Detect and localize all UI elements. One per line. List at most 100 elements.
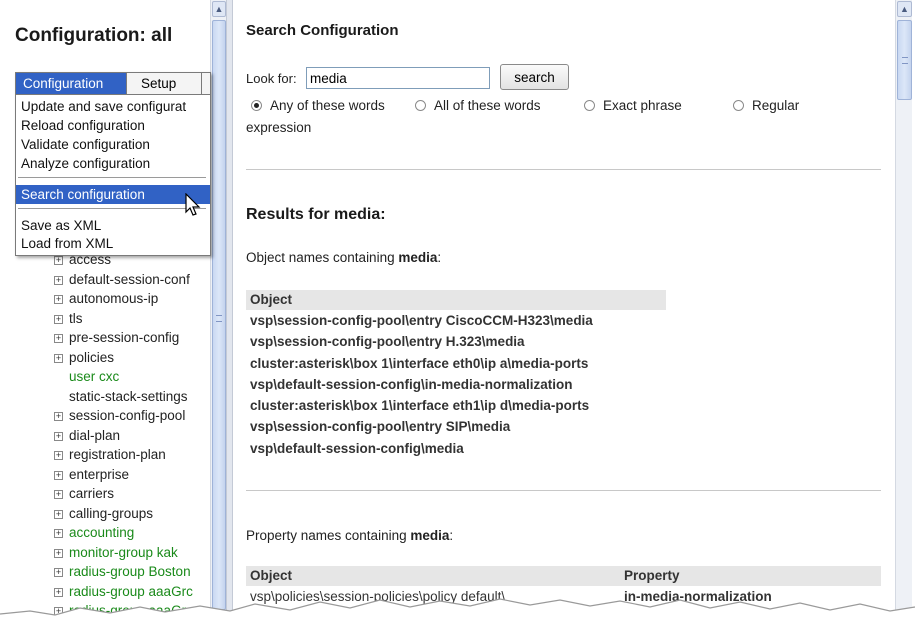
property-results-table: Object Property vsp\policies\session-pol… — [246, 566, 881, 607]
table-row[interactable]: vsp\session-config-pool\entry H.323\medi… — [246, 331, 666, 352]
table-row[interactable]: vsp\default-session-config\media — [246, 438, 666, 459]
tree-node[interactable]: + policies — [54, 348, 114, 367]
expand-plus-icon[interactable]: + — [54, 334, 63, 343]
tree-node[interactable]: + tls — [54, 309, 83, 328]
tree-node-label: dial-plan — [69, 427, 121, 443]
mouse-cursor-icon — [185, 193, 201, 216]
object-names-label: Object names containing media: — [246, 250, 442, 265]
menu-item-validate[interactable]: Validate configuration — [16, 135, 210, 154]
expand-plus-icon[interactable]: + — [54, 587, 63, 597]
radio-icon[interactable] — [733, 100, 744, 111]
tree-node[interactable]: + accounting — [54, 523, 134, 542]
radio-icon[interactable] — [584, 100, 595, 111]
menu-separator — [18, 208, 206, 209]
tree-node-label: registration-plan — [69, 447, 166, 462]
tree-node-label: user cxc — [69, 369, 120, 384]
table-row[interactable]: cluster:asterisk\box 1\interface eth1\ip… — [246, 395, 666, 416]
radio-selected-icon[interactable] — [251, 100, 262, 111]
right-scrollbar[interactable]: ▲ — [895, 0, 912, 619]
tree-node[interactable]: + calling-groups — [54, 504, 153, 523]
menu-item-save-xml[interactable]: Save as XML — [16, 216, 210, 235]
tree-node[interactable]: + monitor-group kak — [54, 543, 178, 562]
menu-item-analyze[interactable]: Analyze configuration — [16, 154, 210, 173]
tree-node[interactable]: + carriers — [54, 484, 114, 503]
expand-plus-icon[interactable]: + — [54, 314, 63, 324]
expand-plus-icon[interactable]: + — [54, 256, 63, 265]
scroll-thumb[interactable] — [212, 20, 226, 610]
expand-plus-icon[interactable]: + — [54, 470, 63, 480]
menu-tabs: Configuration Setup — [16, 73, 210, 95]
radio-any-words[interactable]: Any of these words — [251, 98, 385, 113]
tab-setup[interactable]: Setup — [126, 73, 202, 94]
tree-node-label: static-stack-settings — [69, 388, 188, 404]
panel-title: Configuration: all — [15, 25, 173, 46]
config-menu: Configuration Setup Update and save conf… — [15, 72, 211, 256]
tree-node[interactable]: + registration-plan — [54, 445, 166, 464]
scroll-up-arrow-icon[interactable]: ▲ — [212, 1, 226, 17]
expand-plus-icon[interactable]: + — [54, 490, 63, 499]
tree-node-label: carriers — [69, 486, 115, 501]
tree-node-label: radius-group aaaGrc — [69, 603, 193, 618]
expand-plus-icon[interactable]: + — [54, 568, 63, 577]
search-input[interactable] — [306, 67, 490, 89]
expand-plus-icon[interactable]: + — [54, 529, 63, 538]
tree-node[interactable]: + radius-group aaaGrc — [54, 582, 193, 601]
expand-plus-icon[interactable]: + — [54, 295, 63, 304]
tree-node-label: policies — [69, 349, 115, 365]
menu-item-update-save[interactable]: Update and save configurat — [16, 97, 210, 116]
search-button[interactable]: search — [500, 64, 569, 90]
tree-node-label: monitor-group kak — [69, 544, 178, 560]
radio-regular-expression[interactable]: Regular — [733, 98, 799, 113]
tree-node-label: calling-groups — [69, 505, 154, 521]
expand-plus-icon[interactable]: + — [54, 353, 63, 363]
table-row[interactable]: vsp\default-session-config\in-media-norm… — [246, 374, 666, 395]
table-row[interactable]: vsp\session-config-pool\entry CiscoCCM-H… — [246, 310, 666, 331]
tree-node[interactable]: user cxc — [69, 367, 119, 386]
table-row[interactable]: vsp\policies\session-policies\policy def… — [246, 586, 881, 607]
tree-node[interactable]: + dial-plan — [54, 426, 120, 445]
property-cell: in-media-normalization — [624, 589, 772, 604]
expand-plus-icon[interactable]: + — [54, 451, 63, 460]
expand-plus-icon[interactable]: + — [54, 607, 63, 616]
expand-plus-icon[interactable]: + — [54, 548, 63, 558]
expand-plus-icon[interactable]: + — [54, 431, 63, 441]
tree-node[interactable]: + session-config-pool — [54, 406, 185, 425]
tree-node-label: accounting — [69, 525, 135, 540]
table-row[interactable]: cluster:asterisk\box 1\interface eth0\ip… — [246, 353, 666, 374]
tree-node[interactable]: + radius-group aaaGrc — [54, 601, 193, 619]
menu-item-reload[interactable]: Reload configuration — [16, 116, 210, 135]
tree-node[interactable]: + enterprise — [54, 465, 129, 484]
tab-configuration[interactable]: Configuration — [16, 73, 126, 94]
tree-node[interactable]: + radius-group Boston — [54, 562, 191, 581]
left-scrollbar[interactable]: ▲ — [210, 0, 226, 619]
column-header-property: Property — [624, 568, 680, 583]
divider — [246, 169, 881, 170]
tree-node-label: tls — [69, 310, 83, 326]
expand-plus-icon[interactable]: + — [54, 509, 63, 519]
tree-node[interactable]: + pre-session-config — [54, 328, 179, 347]
search-panel: Search Configuration Look for: search An… — [233, 0, 915, 619]
expand-plus-icon[interactable]: + — [54, 275, 63, 285]
object-cell: vsp\policies\session-policies\policy def… — [250, 589, 506, 604]
tree-node[interactable]: static-stack-settings — [69, 387, 188, 406]
radio-exact-phrase[interactable]: Exact phrase — [584, 98, 682, 113]
table-row[interactable]: vsp\session-config-pool\entry SIP\media — [246, 416, 666, 437]
menu-separator — [18, 177, 206, 178]
scroll-thumb[interactable] — [897, 20, 912, 100]
property-names-label: Property names containing media: — [246, 528, 454, 543]
table-header: Object Property — [246, 566, 881, 586]
radio-all-words[interactable]: All of these words — [415, 98, 541, 113]
tree-node[interactable]: + autonomous-ip — [54, 289, 158, 308]
expand-plus-icon[interactable]: + — [54, 412, 63, 421]
tree-node[interactable]: + default-session-conf — [54, 270, 190, 289]
table-header: Object — [246, 290, 666, 310]
menu-item-load-xml[interactable]: Load from XML — [16, 234, 210, 253]
divider — [246, 490, 881, 491]
scroll-up-arrow-icon[interactable]: ▲ — [897, 1, 912, 17]
radio-icon[interactable] — [415, 100, 426, 111]
radio-label-continuation: expression — [246, 120, 312, 135]
menu-item-search[interactable]: Search configuration — [16, 185, 210, 204]
panel-splitter[interactable] — [226, 0, 233, 619]
page-title: Search Configuration — [246, 22, 399, 39]
lookfor-label: Look for: — [246, 71, 297, 86]
